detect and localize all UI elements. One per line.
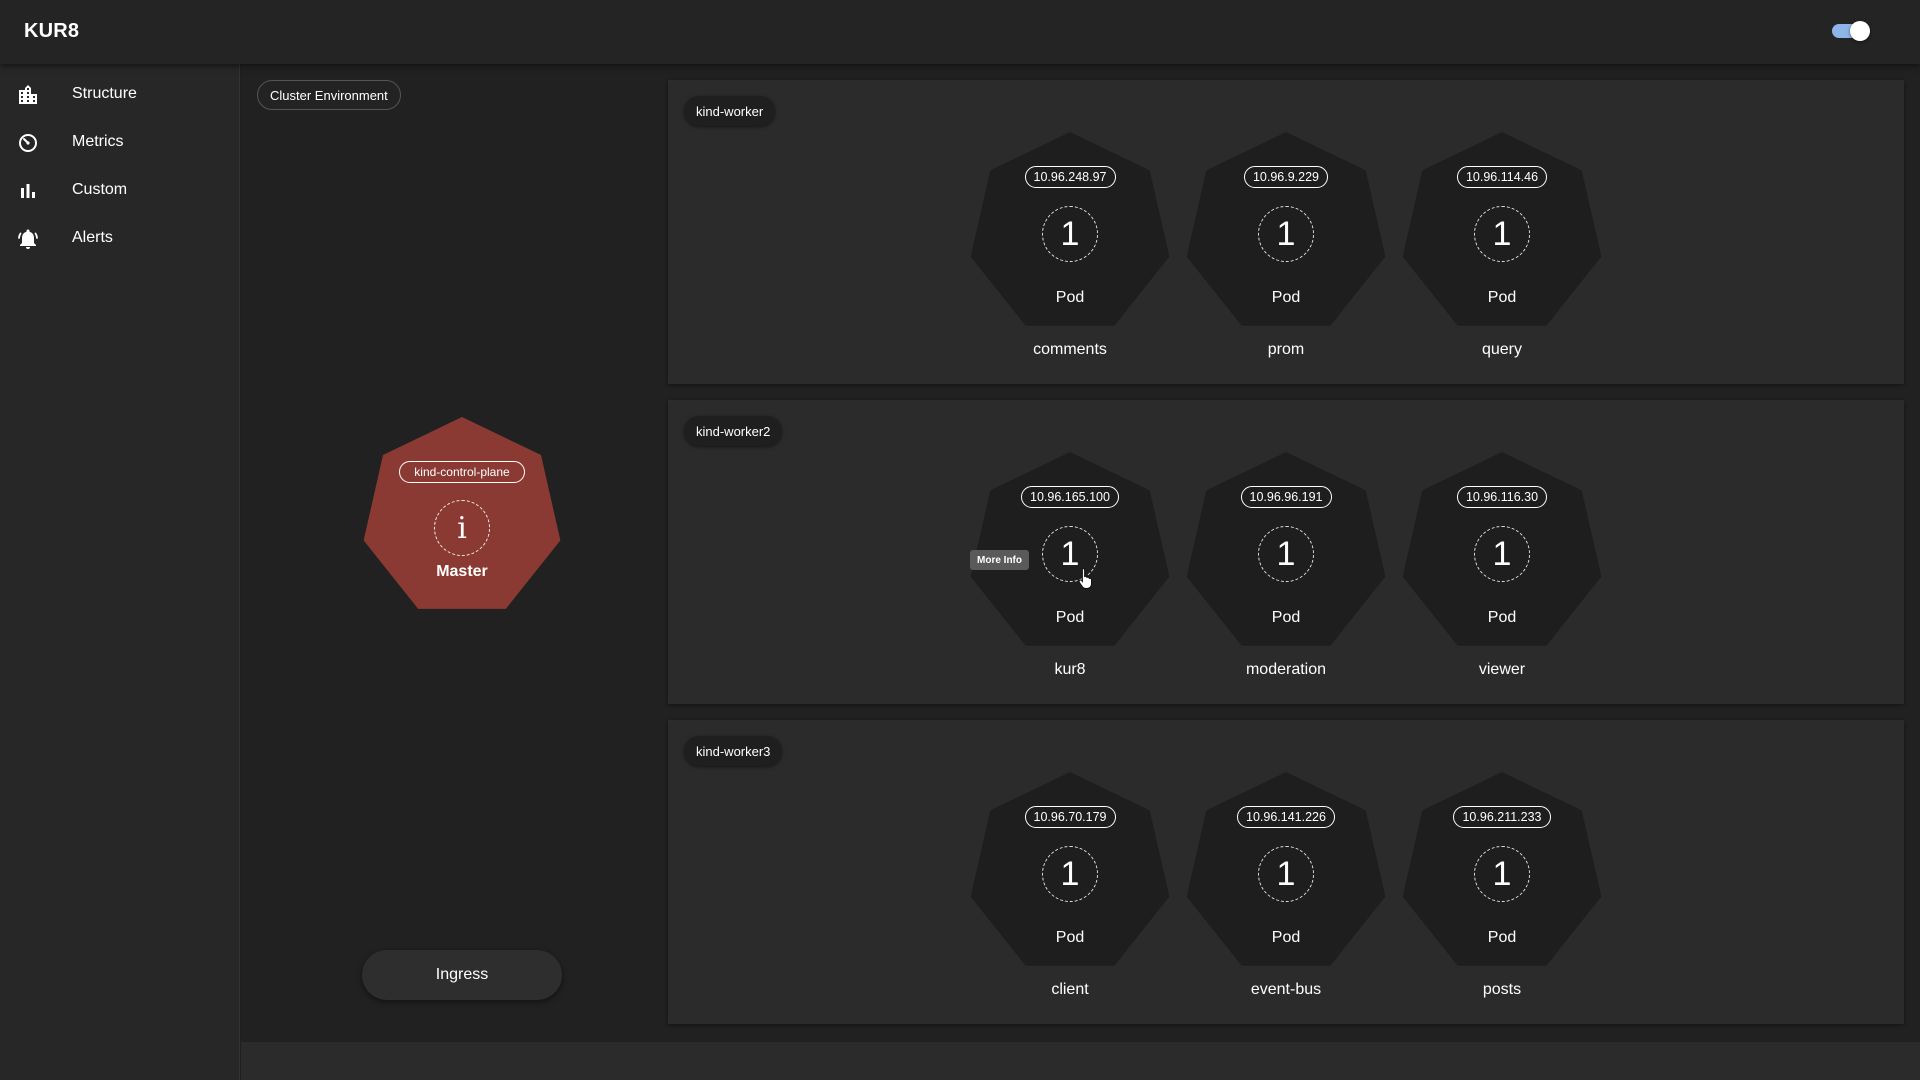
pod-count[interactable]: 1 [1258, 206, 1314, 262]
toggle-thumb [1850, 21, 1870, 41]
pod-count[interactable]: 1 [1474, 206, 1530, 262]
pod-ip-chip: 10.96.9.229 [1243, 166, 1329, 188]
more-info-tooltip: More Info [970, 550, 1029, 570]
app-bar: KUR8 [0, 0, 1920, 64]
pod-kind-label: Pod [1487, 289, 1517, 306]
sidebar: Structure Metrics Custom Alerts [0, 64, 240, 1080]
sidebar-item-structure[interactable]: Structure [0, 71, 240, 119]
sidebar-item-custom[interactable]: Custom [0, 167, 240, 215]
pod-count[interactable]: 1 [1042, 846, 1098, 902]
node-name-chip[interactable]: kind-worker3 [684, 736, 783, 766]
pod-count[interactable]: 1 [1258, 526, 1314, 582]
pod-name: client [1051, 981, 1089, 998]
pod-kind-label: Pod [1055, 929, 1085, 946]
control-plane-role: Master [436, 563, 488, 580]
pod-ip-chip: 10.96.165.100 [1021, 486, 1119, 508]
sidebar-item-metrics[interactable]: Metrics [0, 119, 240, 167]
pod-kind-label: Pod [1271, 289, 1301, 306]
pod-name: viewer [1478, 661, 1526, 678]
pod-kind-label: Pod [1271, 609, 1301, 626]
bar-chart-icon [21, 184, 35, 198]
sidebar-item-label: Alerts [72, 229, 113, 246]
pod-name: comments [1033, 341, 1107, 358]
pod-name: posts [1482, 981, 1522, 998]
pod-heptagon[interactable]: 10.96.9.229 1 Pod [1184, 132, 1388, 336]
sidebar-item-label: Structure [72, 85, 137, 102]
pod-kind-label: Pod [1271, 929, 1301, 946]
pod-kind-label: Pod [1487, 929, 1517, 946]
pod-heptagon[interactable]: 10.96.211.233 1 Pod [1400, 772, 1604, 976]
worker-node-panel: kind-worker 10.96.248.97 1 Pod comments … [668, 80, 1904, 384]
speedometer-icon [19, 134, 37, 152]
pod-name: query [1481, 341, 1523, 358]
pod-name: event-bus [1250, 981, 1322, 998]
pod-kind-label: Pod [1055, 609, 1085, 626]
pod-heptagon[interactable]: 10.96.70.179 1 Pod [968, 772, 1172, 976]
control-plane-name: kind-control-plane [399, 461, 525, 483]
app-title: KUR8 [24, 20, 80, 42]
pod-ip-chip: 10.96.96.191 [1240, 486, 1332, 508]
sidebar-item-label: Custom [72, 181, 128, 198]
theme-toggle[interactable] [1832, 21, 1870, 41]
pod-ip-chip: 10.96.114.46 [1456, 166, 1548, 188]
cluster-view: Cluster Environment kind-control-plane i… [241, 64, 1920, 1042]
pod-count[interactable]: 1 [1258, 846, 1314, 902]
pod-count[interactable]: 1 [1474, 526, 1530, 582]
sidebar-item-label: Metrics [72, 133, 124, 150]
pod-heptagon[interactable]: 10.96.116.30 1 Pod [1400, 452, 1604, 656]
node-name-chip[interactable]: kind-worker2 [684, 416, 783, 446]
pod-count[interactable]: 1 [1474, 846, 1530, 902]
pod-count[interactable]: 1 [1042, 206, 1098, 262]
sidebar-item-alerts[interactable]: Alerts [0, 215, 240, 263]
pod-heptagon[interactable]: 10.96.96.191 1 Pod [1184, 452, 1388, 656]
pod-ip-chip: 10.96.70.179 [1024, 806, 1116, 828]
worker-node-panel: kind-worker2 10.96.165.100 1 Pod kur8 Mo… [668, 400, 1904, 704]
control-plane-node[interactable]: kind-control-plane i Master [361, 417, 563, 619]
bottom-strip [241, 1042, 1920, 1080]
city-icon [19, 85, 37, 104]
hand-pointer-icon [1078, 567, 1092, 589]
pod-kind-label: Pod [1055, 289, 1085, 306]
pod-heptagon[interactable]: 10.96.141.226 1 Pod [1184, 772, 1388, 976]
alarm-bell-icon [18, 229, 38, 249]
worker-node-panel: kind-worker3 10.96.70.179 1 Pod client 1… [668, 720, 1904, 1024]
pod-ip-chip: 10.96.211.233 [1453, 806, 1551, 828]
pod-heptagon[interactable]: 10.96.114.46 1 Pod [1400, 132, 1604, 336]
pod-name: moderation [1245, 661, 1327, 678]
pod-ip-chip: 10.96.116.30 [1456, 486, 1548, 508]
pod-ip-chip: 10.96.248.97 [1024, 166, 1116, 188]
pod-name: prom [1267, 341, 1305, 358]
ingress-button[interactable]: Ingress [362, 950, 562, 1000]
pod-heptagon[interactable]: 10.96.248.97 1 Pod [968, 132, 1172, 336]
cluster-environment-chip[interactable]: Cluster Environment [257, 80, 401, 110]
pod-name: kur8 [1054, 661, 1086, 678]
node-name-chip[interactable]: kind-worker [684, 96, 776, 126]
info-icon[interactable]: i [434, 500, 490, 556]
pod-kind-label: Pod [1487, 609, 1517, 626]
pod-ip-chip: 10.96.141.226 [1237, 806, 1335, 828]
